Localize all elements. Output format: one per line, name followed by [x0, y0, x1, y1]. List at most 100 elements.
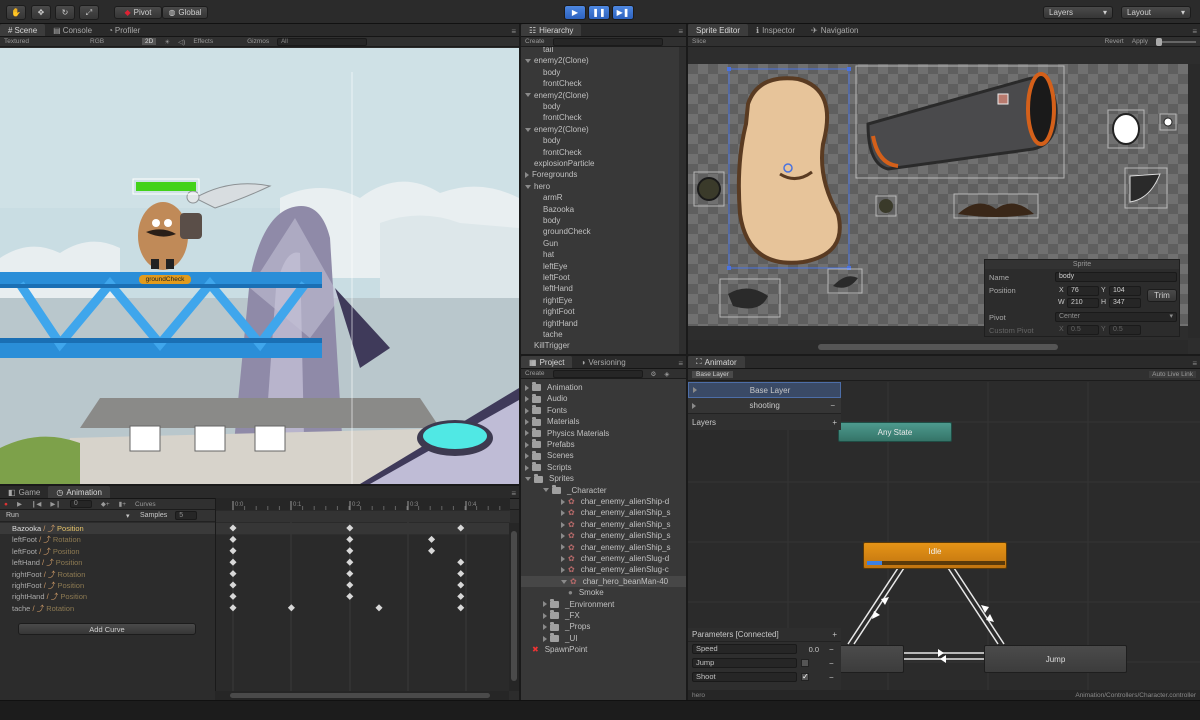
project-item[interactable]: ✖ SpawnPoint: [521, 644, 686, 655]
parameter-checkbox[interactable]: [801, 659, 809, 667]
global-toggle[interactable]: ◍ Global: [162, 6, 208, 19]
project-item[interactable]: _UI: [521, 633, 686, 644]
hierarchy-item[interactable]: rightHand: [543, 318, 578, 329]
fold-arrow-icon[interactable]: [525, 441, 529, 448]
hierarchy-item[interactable]: body: [543, 101, 560, 112]
prev-key-icon[interactable]: ❙◀: [31, 500, 41, 508]
add-keyframe-icon[interactable]: ◆+: [101, 500, 110, 508]
project-item[interactable]: _Character: [521, 484, 686, 496]
frame-field[interactable]: 0: [69, 500, 92, 508]
project-item[interactable]: ● Smoke: [521, 587, 686, 598]
fold-arrow-icon[interactable]: [561, 567, 565, 574]
filter-label-icon[interactable]: ◈: [664, 370, 669, 378]
project-item[interactable]: Audio: [521, 393, 686, 404]
pause-button[interactable]: ❚❚: [588, 5, 610, 20]
animation-dopesheet[interactable]: 0:0 0:1 0:2 0:3 0:4: [215, 498, 510, 698]
render-mode-dropdown[interactable]: RGB: [90, 38, 134, 45]
fold-arrow-icon[interactable]: [525, 453, 529, 460]
parameter-name-field[interactable]: Shoot: [692, 672, 797, 682]
tab-sprite-editor[interactable]: Sprite Editor: [688, 24, 749, 36]
step-button[interactable]: ▶❚: [612, 5, 634, 20]
remove-parameter-icon[interactable]: −: [829, 645, 834, 654]
state-shoot-partial[interactable]: [839, 645, 904, 673]
fold-arrow-icon[interactable]: [561, 579, 567, 584]
fold-arrow-icon[interactable]: [543, 612, 547, 619]
x-field[interactable]: 76: [1067, 286, 1099, 296]
fold-arrow-icon[interactable]: [561, 498, 565, 505]
hierarchy-item[interactable]: rightFoot: [543, 306, 575, 317]
project-item[interactable]: _FX: [521, 610, 686, 621]
w-field[interactable]: 210: [1067, 298, 1099, 308]
project-item[interactable]: ✿ char_enemy_alienShip_s: [521, 530, 686, 541]
hierarchy-scrollbar[interactable]: [679, 47, 686, 354]
animation-track[interactable]: leftFoot / ⤴ Rotation: [0, 534, 215, 545]
panel-menu-icon[interactable]: ≡: [508, 27, 519, 36]
tab-animator[interactable]: ⛶ Animator: [688, 356, 745, 368]
project-item[interactable]: Sprites: [521, 473, 686, 484]
tab-console[interactable]: ▤ Console: [45, 24, 100, 36]
project-search-input[interactable]: [552, 369, 643, 378]
state-idle[interactable]: Idle: [863, 542, 1007, 569]
tab-hierarchy[interactable]: ☷ Hierarchy: [521, 24, 582, 36]
hierarchy-item[interactable]: body: [543, 67, 560, 78]
remove-parameter-icon[interactable]: −: [829, 673, 834, 682]
tab-inspector[interactable]: ℹ Inspector: [748, 24, 803, 36]
fold-arrow-icon[interactable]: [543, 635, 547, 642]
fold-arrow-icon[interactable]: [525, 384, 529, 391]
tab-project[interactable]: ▦ Project: [521, 356, 573, 368]
zoom-slider[interactable]: [1156, 37, 1196, 46]
hierarchy-item[interactable]: enemy2(Clone): [525, 90, 589, 101]
hierarchy-item[interactable]: Gun: [543, 238, 558, 249]
create-dropdown[interactable]: Create: [525, 38, 545, 45]
lighting-icon[interactable]: ☀: [164, 38, 170, 46]
next-key-icon[interactable]: ▶❙: [50, 500, 60, 508]
project-item[interactable]: ✿ char_enemy_alienShip_s: [521, 507, 686, 518]
tab-game[interactable]: ◧ Game: [0, 486, 48, 498]
fold-arrow-icon[interactable]: [543, 601, 547, 608]
add-parameter-icon[interactable]: +: [832, 630, 837, 639]
name-field[interactable]: body: [1055, 272, 1177, 282]
state-any-state[interactable]: Any State: [838, 422, 952, 442]
scene-search-input[interactable]: All: [277, 37, 368, 46]
hierarchy-item[interactable]: leftFoot: [543, 272, 570, 283]
project-item[interactable]: Scripts: [521, 462, 686, 473]
clip-selector[interactable]: Run ▾ Samples 5: [0, 510, 215, 522]
panel-menu-icon[interactable]: ≡: [1189, 359, 1200, 368]
project-item[interactable]: ✿ char_enemy_alienSlug-d: [521, 553, 686, 564]
project-item[interactable]: ✿ char_enemy_alienShip-d: [521, 496, 686, 507]
animation-track[interactable]: rightHand / ⤴ Position: [0, 591, 215, 602]
hierarchy-item[interactable]: leftHand: [543, 283, 573, 294]
project-item[interactable]: ✿ char_enemy_alienShip_s: [521, 519, 686, 530]
animation-track[interactable]: Bazooka / ⤴ Position: [0, 523, 215, 535]
tab-scene[interactable]: # Scene: [0, 24, 46, 36]
gizmos-dropdown[interactable]: Gizmos: [247, 38, 269, 45]
hierarchy-item[interactable]: frontCheck: [543, 112, 582, 123]
fold-arrow-icon[interactable]: [543, 488, 549, 493]
parameter-value-field[interactable]: 0.0: [797, 645, 819, 654]
project-item[interactable]: Physics Materials: [521, 427, 686, 439]
pivot-toggle[interactable]: ◆ Pivot: [114, 6, 162, 19]
project-item[interactable]: _Props: [521, 621, 686, 632]
project-item[interactable]: ✿ char_hero_beanMan-40: [521, 575, 686, 588]
hierarchy-item[interactable]: enemy2(Clone): [525, 55, 589, 66]
sprite-canvas-vscroll[interactable]: [1188, 64, 1200, 338]
hierarchy-item[interactable]: enemy2(Clone): [525, 124, 589, 135]
rotate-tool-button[interactable]: ↻: [55, 5, 75, 20]
panel-menu-icon[interactable]: ≡: [1189, 27, 1200, 36]
hierarchy-item[interactable]: frontCheck: [543, 147, 582, 158]
tab-navigation[interactable]: ✈ Navigation: [803, 24, 867, 36]
hierarchy-item[interactable]: Foregrounds: [525, 169, 577, 180]
hierarchy-item[interactable]: armR: [543, 192, 563, 203]
fold-arrow-icon[interactable]: [525, 464, 529, 471]
audio-icon[interactable]: ◁): [178, 38, 185, 46]
project-item[interactable]: Fonts: [521, 405, 686, 416]
hierarchy-item[interactable]: hero: [525, 181, 550, 192]
sprite-canvas-hscroll[interactable]: [688, 340, 1188, 354]
project-item[interactable]: Prefabs: [521, 439, 686, 450]
fold-arrow-icon[interactable]: [525, 59, 531, 64]
hierarchy-item[interactable]: body: [543, 215, 560, 226]
layer-base[interactable]: Base Layer: [688, 382, 841, 398]
hierarchy-item[interactable]: body: [543, 135, 560, 146]
fold-arrow-icon[interactable]: [525, 407, 529, 414]
project-item[interactable]: ✿ char_enemy_alienShip_s: [521, 542, 686, 553]
